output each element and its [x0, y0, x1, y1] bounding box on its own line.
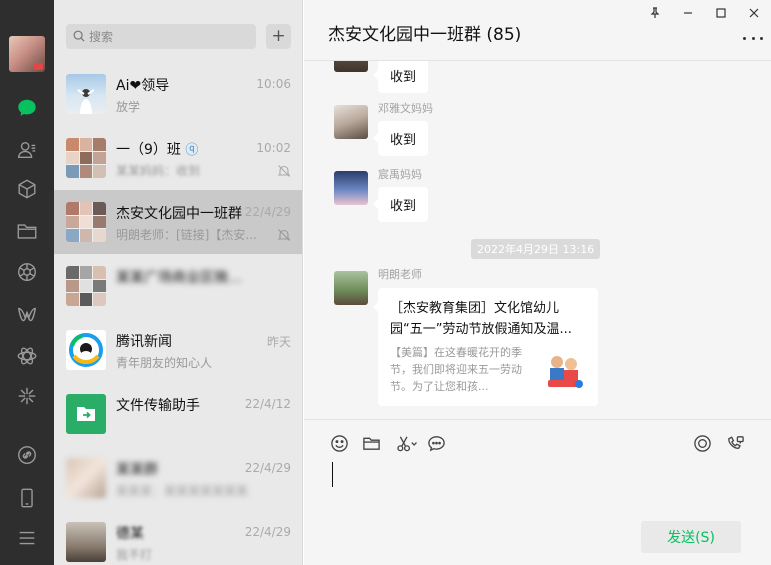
- mini-programs-icon[interactable]: [0, 381, 54, 411]
- emoji-icon[interactable]: [328, 432, 350, 454]
- chat-item[interactable]: 德某 22/4/29 我不打: [54, 510, 302, 565]
- chat-time: 昨天: [266, 335, 291, 349]
- link-card-thumbnail: [542, 348, 586, 392]
- chat-item[interactable]: Ai❤领导 10:06 放学: [54, 62, 302, 126]
- chat-name: 腾讯新闻: [116, 334, 172, 350]
- message-area: 收到 邓雅文妈妈 收到 宸禹妈妈 收到 2022年4月29日 13:16 明朗老…: [304, 61, 771, 419]
- pin-icon[interactable]: [643, 3, 667, 23]
- nav-rail: [0, 0, 54, 565]
- message-bubble: 收到: [372, 121, 429, 156]
- message-bubble: 收到: [372, 61, 429, 93]
- sender-avatar[interactable]: [334, 171, 368, 205]
- text-caret: [332, 462, 333, 487]
- chat-avatar: [66, 522, 106, 562]
- file-transfer-icon: [66, 394, 106, 434]
- group-avatar: [66, 458, 106, 498]
- chat-name: 一（9）班 ⓠ: [116, 142, 199, 158]
- sender-avatar[interactable]: [334, 271, 368, 305]
- chat-preview: 青年朋友的知心人: [116, 356, 213, 370]
- chat-title: 杰安文化园中一班群 (85): [328, 25, 522, 45]
- chat-time: 22/4/12: [244, 397, 291, 411]
- close-icon[interactable]: [742, 3, 766, 23]
- link-card[interactable]: ［杰安教育集团］文化馆幼儿园“五一”劳动节放假通知及温... 【美篇】在这春暖花…: [373, 288, 598, 406]
- sender-name: 宸禹妈妈: [378, 168, 422, 181]
- sender-avatar[interactable]: [334, 105, 368, 139]
- maximize-icon[interactable]: [709, 3, 733, 23]
- send-button[interactable]: 发送(S): [641, 521, 741, 553]
- chat-time: 10:06: [256, 77, 291, 91]
- chat-preview: 某某妈妈：收到: [116, 164, 201, 178]
- chat-avatar: [66, 330, 106, 370]
- message-input[interactable]: [328, 460, 748, 510]
- sender-name: 邓雅文妈妈: [378, 102, 433, 115]
- files-icon[interactable]: [0, 216, 54, 246]
- search-icon: [73, 30, 85, 42]
- chat-time: 22/4/29: [244, 205, 291, 219]
- link-card-description: 【美篇】在这春暖花开的季节，我们即将迎来五一劳动节。为了让您和孩...: [390, 346, 522, 393]
- group-avatar: [66, 266, 106, 306]
- chat-preview: 我不打: [116, 548, 153, 562]
- voice-call-icon[interactable]: [691, 432, 713, 454]
- more-options-button[interactable]: [743, 34, 763, 42]
- message-bubble: 收到: [372, 187, 429, 222]
- chat-name: 某某群: [116, 462, 158, 478]
- phone-icon[interactable]: [0, 483, 54, 513]
- chat-history-icon[interactable]: [425, 432, 447, 454]
- input-divider: [304, 419, 771, 420]
- chat-name: Ai❤领导: [116, 78, 170, 94]
- sender-avatar[interactable]: [334, 61, 368, 72]
- minimize-icon[interactable]: [676, 3, 700, 23]
- chat-name: 文件传输助手: [116, 398, 200, 414]
- group-avatar: [66, 138, 106, 178]
- mention-icon: ⓠ: [185, 143, 199, 158]
- chat-item-selected[interactable]: 杰安文化园中一班群 22/4/29 明朗老师：[链接]【杰安...: [54, 190, 302, 254]
- mute-icon: [277, 165, 291, 177]
- chat-time: 22/4/29: [244, 525, 291, 539]
- chat-preview: 明朗老师：[链接]【杰安...: [116, 228, 257, 242]
- chat-item[interactable]: 一（9）班 ⓠ 10:02 某某妈妈：收到: [54, 126, 302, 190]
- search-input[interactable]: [89, 24, 249, 49]
- link-card-title: ［杰安教育集团］文化馆幼儿园“五一”劳动节放假通知及温...: [390, 301, 572, 337]
- chat-item[interactable]: 某某广场商业区微信内部群: [54, 254, 302, 318]
- favorites-icon[interactable]: [0, 174, 54, 204]
- group-avatar: [66, 202, 106, 242]
- scissors-icon[interactable]: [393, 432, 421, 454]
- chat-name: 某某广场商业区微信内部群: [116, 270, 244, 286]
- video-call-icon[interactable]: [724, 432, 746, 454]
- search-box[interactable]: [66, 24, 256, 49]
- chat-window: 杰安文化园中一班群 (85) 收到 邓雅文妈妈 收到 宸禹妈妈 收到 2022年…: [304, 0, 771, 565]
- contacts-icon[interactable]: [0, 135, 54, 165]
- menu-icon[interactable]: [0, 523, 54, 553]
- chat-item[interactable]: 某某群 22/4/29 某某某：某某某某某某某: [54, 446, 302, 510]
- chat-item[interactable]: 文件传输助手 22/4/12: [54, 382, 302, 446]
- message-timestamp: 2022年4月29日 13:16: [471, 239, 601, 259]
- chat-time: 22/4/29: [244, 461, 291, 475]
- search-discover-icon[interactable]: [0, 341, 54, 371]
- add-chat-button[interactable]: +: [266, 24, 291, 49]
- chat-avatar: [66, 74, 106, 114]
- chat-preview: 某某某：某某某某某某某: [116, 484, 249, 498]
- chat-preview: 放学: [116, 100, 141, 114]
- chat-name: 德某: [116, 526, 144, 542]
- chat-list: Ai❤领导 10:06 放学 一（9）班 ⓠ 10:02 某某妈妈：收到 杰安文…: [54, 62, 302, 565]
- my-avatar[interactable]: [9, 36, 45, 72]
- chats-icon[interactable]: [0, 93, 54, 123]
- channels-icon[interactable]: [0, 300, 54, 330]
- sender-name: 明朗老师: [378, 268, 422, 281]
- mute-icon: [277, 229, 291, 241]
- moments-icon[interactable]: [0, 257, 54, 287]
- link-icon[interactable]: [0, 440, 54, 470]
- folder-icon[interactable]: [360, 432, 382, 454]
- conversation-list: + Ai❤领导 10:06 放学 一（9）班 ⓠ 10:02 某某妈妈：收到: [54, 0, 303, 565]
- chat-item[interactable]: 腾讯新闻 昨天 青年朋友的知心人: [54, 318, 302, 382]
- chat-time: 10:02: [256, 141, 291, 155]
- chat-name: 杰安文化园中一班群: [116, 206, 242, 222]
